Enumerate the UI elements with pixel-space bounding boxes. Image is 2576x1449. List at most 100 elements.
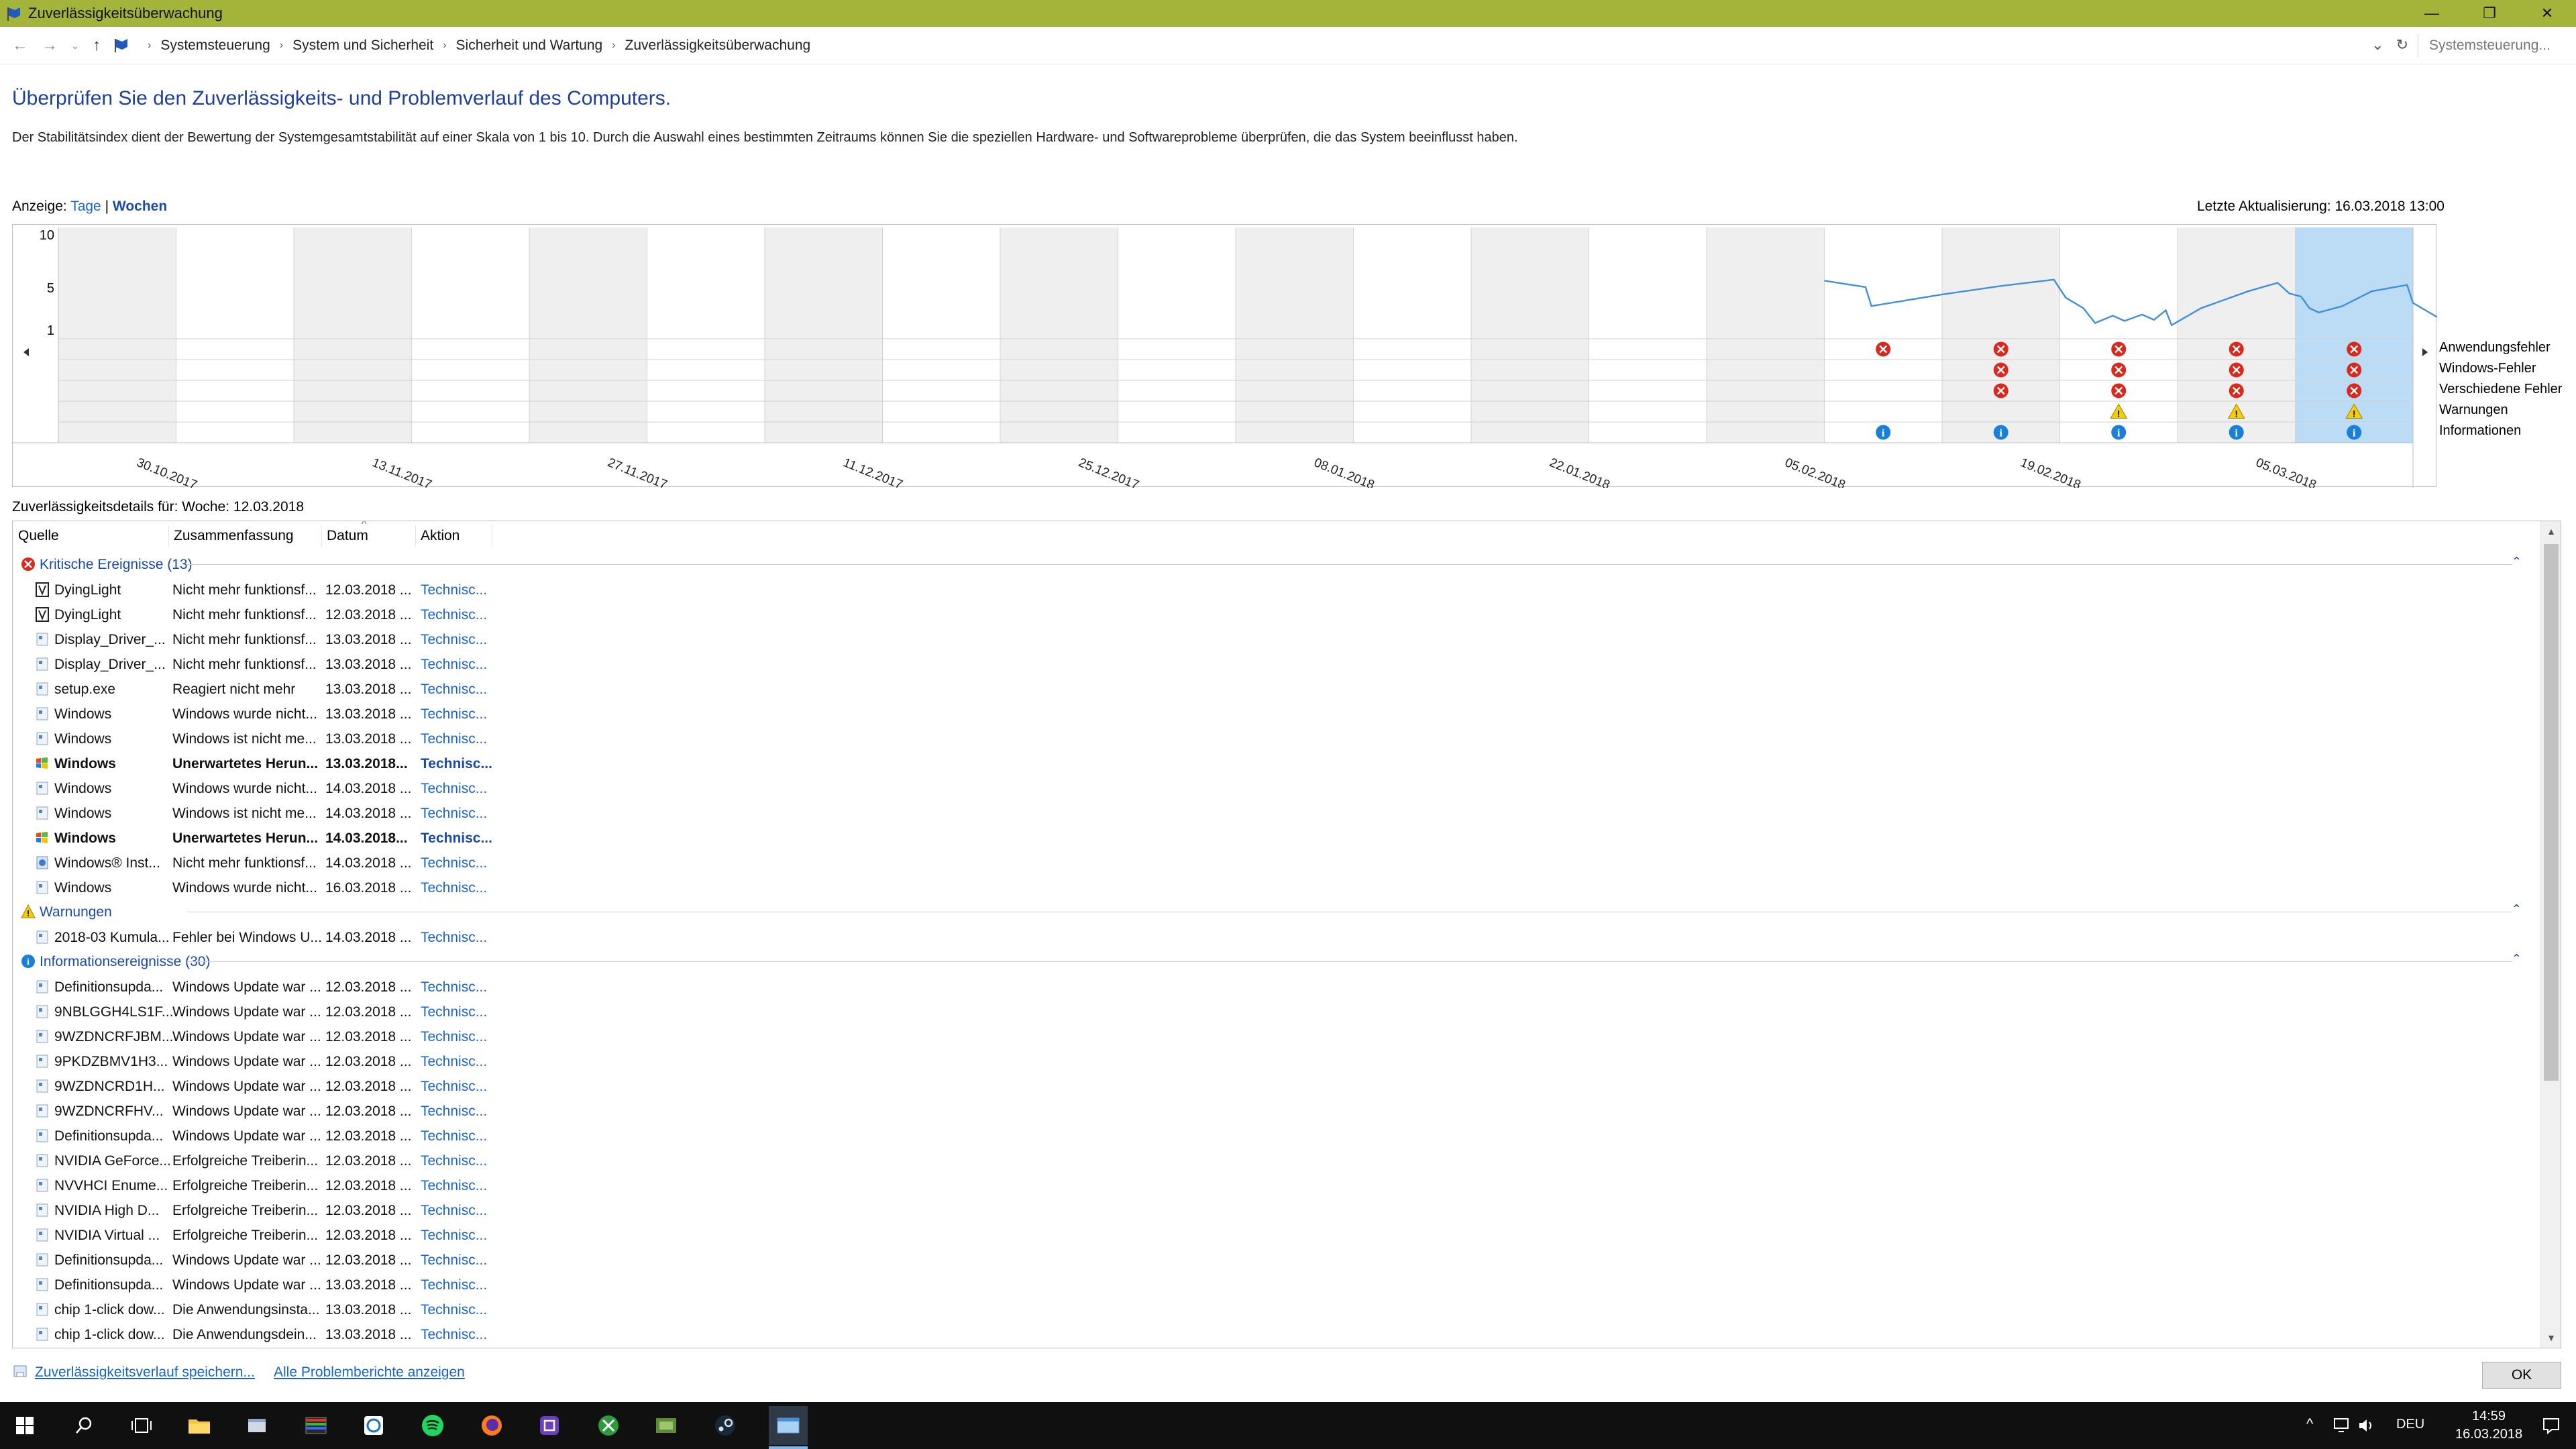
table-row[interactable]: Windows Unerwartetes Herun... 13.03.2018…: [13, 751, 2535, 775]
week-column[interactable]: [1707, 227, 1825, 443]
week-column[interactable]: [882, 227, 1001, 443]
table-row[interactable]: NVIDIA GeForce... Erfolgreiche Treiberin…: [13, 1148, 2535, 1173]
search-button[interactable]: [68, 1410, 99, 1441]
week-column[interactable]: [1118, 227, 1236, 443]
table-row[interactable]: 9NBLGGH4LS1F... Windows Update war ... 1…: [13, 999, 2535, 1024]
close-button[interactable]: ✕: [2518, 0, 2576, 27]
scrollbar-thumb[interactable]: [2544, 544, 2559, 1081]
taskbar-app-2[interactable]: [241, 1410, 272, 1441]
all-problem-reports-link[interactable]: Alle Problemberichte anzeigen: [274, 1364, 465, 1381]
table-row[interactable]: setup.exe Reagiert nicht mehr 13.03.2018…: [13, 676, 2535, 701]
week-column[interactable]: [1000, 227, 1118, 443]
address-dropdown-icon[interactable]: ⌄: [2371, 36, 2383, 54]
technical-details-link[interactable]: Technisc...: [421, 682, 501, 698]
column-header-summary[interactable]: Zusammenfassung: [168, 521, 294, 551]
taskbar-app-7[interactable]: [534, 1410, 565, 1441]
taskbar-app-9[interactable]: [651, 1410, 682, 1441]
week-column[interactable]: [294, 227, 412, 443]
event-group-info[interactable]: i Informationsereignisse (30) ⌃: [13, 949, 2535, 974]
week-column[interactable]: [1824, 227, 1943, 443]
technical-details-link[interactable]: Technisc...: [421, 1054, 501, 1070]
table-row[interactable]: Definitionsupda... Windows Update war ..…: [13, 1272, 2535, 1297]
network-icon[interactable]: [2333, 1417, 2352, 1434]
technical-details-link[interactable]: Technisc...: [421, 1004, 501, 1020]
week-column[interactable]: [1236, 227, 1354, 443]
chart-scroll-left-icon[interactable]: [23, 348, 29, 356]
table-row[interactable]: Windows Windows wurde nicht... 16.03.201…: [13, 875, 2535, 900]
technical-details-link[interactable]: Technisc...: [421, 1128, 501, 1144]
technical-details-link[interactable]: Technisc...: [421, 830, 501, 847]
table-row[interactable]: 9WZDNCRD1H... Windows Update war ... 12.…: [13, 1073, 2535, 1098]
technical-details-link[interactable]: Technisc...: [421, 1203, 501, 1219]
column-header-source[interactable]: Quelle: [13, 521, 59, 551]
table-row[interactable]: NVIDIA Virtual ... Erfolgreiche Treiberi…: [13, 1222, 2535, 1247]
start-button[interactable]: [9, 1410, 40, 1441]
table-row[interactable]: 9WZDNCRFHV... Windows Update war ... 12.…: [13, 1098, 2535, 1123]
technical-details-link[interactable]: Technisc...: [421, 1029, 501, 1045]
table-row[interactable]: chip 1-click dow... Die Anwendungsdein..…: [13, 1322, 2535, 1346]
table-row[interactable]: Windows Windows wurde nicht... 14.03.201…: [13, 775, 2535, 800]
technical-details-link[interactable]: Technisc...: [421, 1228, 501, 1244]
technical-details-link[interactable]: Technisc...: [421, 1104, 501, 1120]
technical-details-link[interactable]: Technisc...: [421, 582, 501, 598]
table-row[interactable]: Display_Driver_... Nicht mehr funktionsf…: [13, 651, 2535, 676]
week-column[interactable]: [647, 227, 765, 443]
table-row[interactable]: 9PKDZBMV1H3... Windows Update war ... 12…: [13, 1049, 2535, 1073]
taskbar-xbox[interactable]: [593, 1410, 624, 1441]
technical-details-link[interactable]: Technisc...: [421, 930, 501, 946]
forward-button[interactable]: →: [39, 35, 60, 56]
vertical-scrollbar[interactable]: ▲ ▼: [2540, 521, 2561, 1348]
taskbar-app-3[interactable]: [301, 1410, 331, 1441]
breadcrumb-item-control-panel[interactable]: Systemsteuerung: [160, 38, 270, 54]
volume-icon[interactable]: [2357, 1417, 2376, 1434]
event-group-warning[interactable]: ! Warnungen ⌃: [13, 900, 2535, 924]
breadcrumb-item-security-maintenance[interactable]: Sicherheit und Wartung: [456, 38, 603, 54]
column-header-action[interactable]: Aktion: [415, 521, 460, 551]
event-group-error[interactable]: Kritische Ereignisse (13) ⌃: [13, 552, 2535, 577]
up-button[interactable]: ↑: [86, 35, 107, 56]
taskbar-firefox[interactable]: [476, 1410, 507, 1441]
view-weeks-link[interactable]: Wochen: [113, 199, 167, 214]
collapse-icon[interactable]: ⌃: [2512, 952, 2522, 966]
table-row[interactable]: Display_Driver_... Nicht mehr funktionsf…: [13, 627, 2535, 651]
technical-details-link[interactable]: Technisc...: [421, 607, 501, 623]
table-row[interactable]: Windows Windows ist nicht me... 14.03.20…: [13, 800, 2535, 825]
back-button[interactable]: ←: [9, 35, 31, 56]
taskbar-spotify[interactable]: [417, 1410, 448, 1441]
table-row[interactable]: Windows Windows ist nicht me... 13.03.20…: [13, 726, 2535, 751]
taskbar-steam[interactable]: [710, 1410, 741, 1441]
table-row[interactable]: Windows Windows wurde nicht... 13.03.201…: [13, 701, 2535, 726]
week-column[interactable]: [529, 227, 647, 443]
input-language[interactable]: DEU: [2396, 1417, 2424, 1432]
week-column[interactable]: [765, 227, 883, 443]
technical-details-link[interactable]: Technisc...: [421, 806, 501, 822]
stability-chart-canvas[interactable]: 10 5 1!! ! i i i i i 30.10.2017 13.11.2017 27.11.20…: [13, 225, 2437, 488]
view-days-link[interactable]: Tage: [70, 199, 101, 214]
technical-details-link[interactable]: Technisc...: [421, 979, 501, 996]
week-column[interactable]: [58, 227, 176, 443]
breadcrumb-item-system-security[interactable]: System und Sicherheit: [292, 38, 433, 54]
technical-details-link[interactable]: Technisc...: [421, 781, 501, 797]
week-column[interactable]: [1353, 227, 1472, 443]
technical-details-link[interactable]: Technisc...: [421, 1153, 501, 1169]
save-history-link[interactable]: Zuverlässigkeitsverlauf speichern...: [35, 1364, 255, 1381]
week-column[interactable]: [1471, 227, 1589, 443]
ok-button[interactable]: OK: [2482, 1362, 2561, 1389]
table-row[interactable]: 9WZDNCRFJBM... Windows Update war ... 12…: [13, 1024, 2535, 1049]
technical-details-link[interactable]: Technisc...: [421, 1079, 501, 1095]
taskbar-reliability-monitor[interactable]: [769, 1406, 808, 1445]
technical-details-link[interactable]: Technisc...: [421, 657, 501, 673]
table-row[interactable]: DyingLight Nicht mehr funktionsf... 12.0…: [13, 577, 2535, 602]
collapse-icon[interactable]: ⌃: [2512, 555, 2522, 569]
technical-details-link[interactable]: Technisc...: [421, 706, 501, 722]
week-column[interactable]: [411, 227, 530, 443]
technical-details-link[interactable]: Technisc...: [421, 855, 501, 871]
technical-details-link[interactable]: Technisc...: [421, 756, 501, 772]
table-row[interactable]: NVVHCI Enume... Erfolgreiche Treiberin..…: [13, 1173, 2535, 1197]
scroll-down-icon[interactable]: ▼: [2541, 1328, 2561, 1348]
table-row[interactable]: NVIDIA High D... Erfolgreiche Treiberin.…: [13, 1197, 2535, 1222]
table-row[interactable]: Definitionsupda... Windows Update war ..…: [13, 1247, 2535, 1272]
refresh-icon[interactable]: ↻: [2396, 36, 2408, 54]
recent-locations-button[interactable]: ⌄: [64, 35, 86, 56]
table-row[interactable]: 2018-03 Kumula... Fehler bei Windows U..…: [13, 924, 2535, 949]
